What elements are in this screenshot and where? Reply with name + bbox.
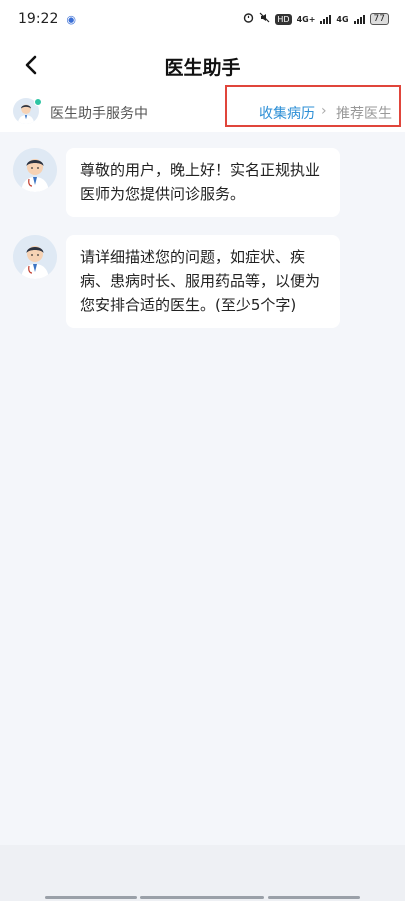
hd-icon: HD — [275, 13, 292, 25]
status-bar: 19:22 ◉ HD 4G+ 4G 77 — [0, 0, 405, 38]
status-time: 19:22 — [18, 11, 59, 27]
mute-icon — [259, 12, 270, 26]
step-separator-icon: › — [321, 103, 327, 119]
service-status-text: 医生助手服务中 — [50, 106, 148, 122]
step-recommend-doctor[interactable]: 推荐医生 — [336, 103, 392, 123]
battery-icon: 77 — [369, 13, 389, 25]
signal-icon-1 — [320, 14, 332, 24]
gesture-bar-left — [45, 896, 137, 899]
signal-icon-2 — [353, 14, 365, 24]
step-collect-records[interactable]: 收集病历 — [259, 103, 315, 123]
online-dot — [34, 98, 42, 106]
alarm-icon — [243, 12, 254, 26]
chat-message: 尊敬的用户，晚上好！实名正规执业医师为您提供问诊服务。 — [13, 148, 340, 217]
status-icons: HD 4G+ 4G 77 — [243, 12, 389, 26]
gesture-bar-right — [268, 896, 360, 899]
message-bubble: 尊敬的用户，晚上好！实名正规执业医师为您提供问诊服务。 — [66, 148, 340, 217]
input-area-placeholder — [0, 845, 405, 901]
page-title: 医生助手 — [164, 57, 241, 79]
doctor-avatar — [13, 148, 57, 192]
app-indicator-icon: ◉ — [66, 12, 76, 26]
chat-message: 请详细描述您的问题，如症状、疾病、患病时长、服用药品等，以便为您安排合适的医生。… — [13, 235, 340, 328]
network-type-1: 4G+ — [296, 14, 316, 24]
header-bar: 医生助手 — [0, 38, 405, 92]
network-type-2: 4G — [336, 14, 349, 24]
message-bubble: 请详细描述您的问题，如症状、疾病、患病时长、服用药品等，以便为您安排合适的医生。… — [66, 235, 340, 328]
gesture-bar-center[interactable] — [140, 896, 264, 899]
doctor-avatar — [13, 235, 57, 279]
